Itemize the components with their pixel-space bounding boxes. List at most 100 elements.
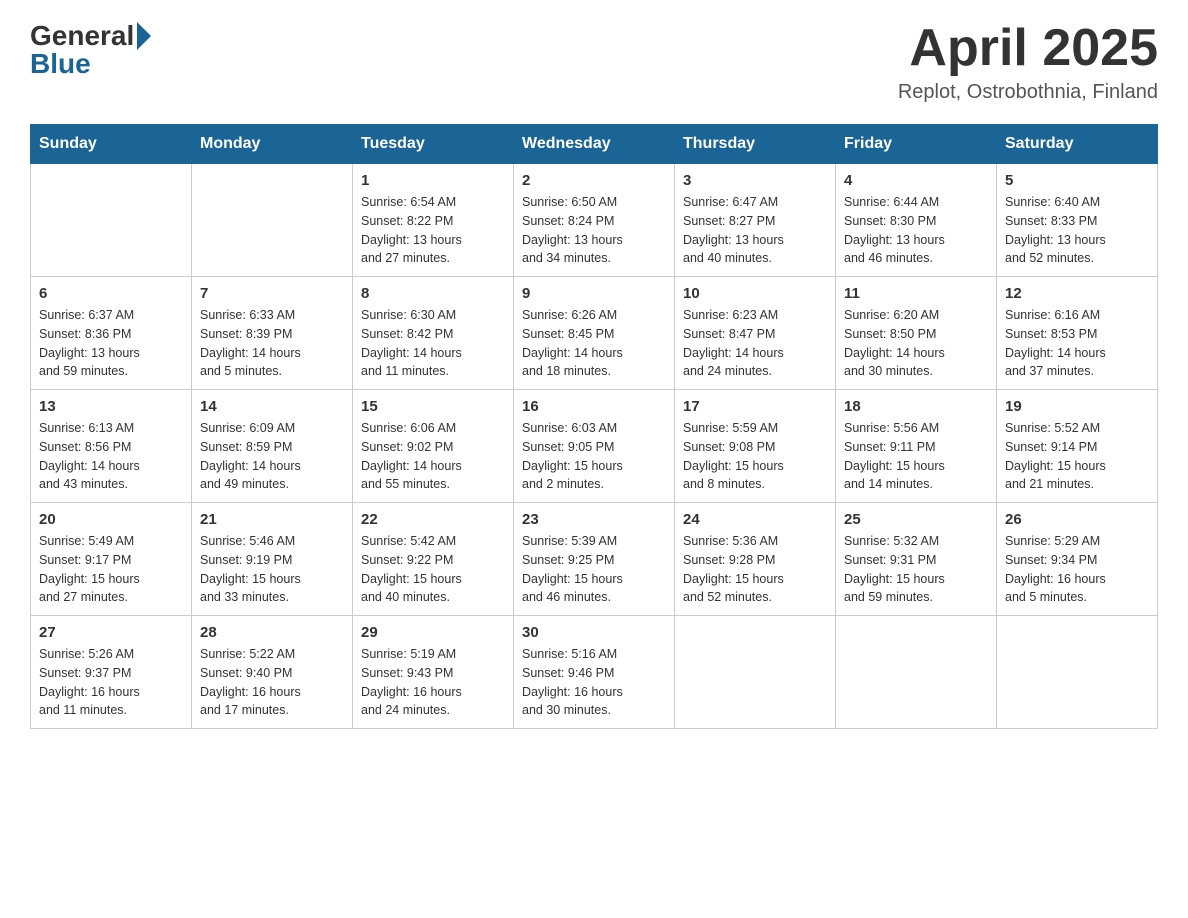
day-info: Sunrise: 6:26 AM Sunset: 8:45 PM Dayligh… — [522, 306, 666, 381]
day-info: Sunrise: 5:22 AM Sunset: 9:40 PM Dayligh… — [200, 645, 344, 720]
calendar-cell — [31, 164, 192, 277]
day-number: 5 — [1005, 172, 1149, 189]
logo-arrow-icon — [137, 22, 151, 50]
calendar-cell: 22Sunrise: 5:42 AM Sunset: 9:22 PM Dayli… — [353, 503, 514, 616]
day-info: Sunrise: 5:42 AM Sunset: 9:22 PM Dayligh… — [361, 532, 505, 607]
calendar-cell: 3Sunrise: 6:47 AM Sunset: 8:27 PM Daylig… — [675, 164, 836, 277]
day-info: Sunrise: 6:23 AM Sunset: 8:47 PM Dayligh… — [683, 306, 827, 381]
day-info: Sunrise: 5:19 AM Sunset: 9:43 PM Dayligh… — [361, 645, 505, 720]
day-number: 6 — [39, 285, 183, 302]
day-of-week-header: Wednesday — [514, 125, 675, 164]
day-number: 25 — [844, 511, 988, 528]
day-info: Sunrise: 5:16 AM Sunset: 9:46 PM Dayligh… — [522, 645, 666, 720]
day-of-week-header: Saturday — [997, 125, 1158, 164]
day-number: 14 — [200, 398, 344, 415]
calendar-cell: 4Sunrise: 6:44 AM Sunset: 8:30 PM Daylig… — [836, 164, 997, 277]
day-of-week-header: Thursday — [675, 125, 836, 164]
week-row: 27 Sunrise: 5:26 AM Sunset: 9:37 PM Dayli… — [31, 616, 1158, 729]
calendar-cell: 13Sunrise: 6:13 AM Sunset: 8:56 PM Dayli… — [31, 390, 192, 503]
calendar-cell: 18 Sunrise: 5:56 AM Sunset: 9:11 PM Dayli… — [836, 390, 997, 503]
week-row: 6 Sunrise: 6:37 AM Sunset: 8:36 PM Daylig… — [31, 277, 1158, 390]
calendar-cell: 1Sunrise: 6:54 AM Sunset: 8:22 PM Daylig… — [353, 164, 514, 277]
day-number: 7 — [200, 285, 344, 302]
day-info: Sunrise: 6:50 AM Sunset: 8:24 PM Dayligh… — [522, 193, 666, 268]
calendar-cell: 24Sunrise: 5:36 AM Sunset: 9:28 PM Dayli… — [675, 503, 836, 616]
week-row: 13Sunrise: 6:13 AM Sunset: 8:56 PM Dayli… — [31, 390, 1158, 503]
calendar-cell — [192, 164, 353, 277]
day-number: 10 — [683, 285, 827, 302]
calendar-cell: 30 Sunrise: 5:16 AM Sunset: 9:46 PM Dayli… — [514, 616, 675, 729]
day-info: Sunrise: 6:47 AM Sunset: 8:27 PM Dayligh… — [683, 193, 827, 268]
day-info: Sunrise: 6:37 AM Sunset: 8:36 PM Dayligh… — [39, 306, 183, 381]
calendar-cell: 5 Sunrise: 6:40 AM Sunset: 8:33 PM Daylig… — [997, 164, 1158, 277]
day-number: 9 — [522, 285, 666, 302]
day-number: 27 — [39, 624, 183, 641]
day-number: 30 — [522, 624, 666, 641]
calendar-cell — [997, 616, 1158, 729]
day-number: 18 — [844, 398, 988, 415]
calendar-cell — [836, 616, 997, 729]
day-of-week-header: Monday — [192, 125, 353, 164]
calendar-cell: 28 Sunrise: 5:22 AM Sunset: 9:40 PM Dayli… — [192, 616, 353, 729]
calendar-cell: 27 Sunrise: 5:26 AM Sunset: 9:37 PM Dayli… — [31, 616, 192, 729]
day-number: 13 — [39, 398, 183, 415]
days-of-week-row: SundayMondayTuesdayWednesdayThursdayFrid… — [31, 125, 1158, 164]
calendar-cell: 9 Sunrise: 6:26 AM Sunset: 8:45 PM Daylig… — [514, 277, 675, 390]
day-number: 12 — [1005, 285, 1149, 302]
day-number: 23 — [522, 511, 666, 528]
day-number: 29 — [361, 624, 505, 641]
day-info: Sunrise: 6:09 AM Sunset: 8:59 PM Dayligh… — [200, 419, 344, 494]
day-info: Sunrise: 6:30 AM Sunset: 8:42 PM Dayligh… — [361, 306, 505, 381]
day-number: 8 — [361, 285, 505, 302]
day-of-week-header: Sunday — [31, 125, 192, 164]
day-number: 28 — [200, 624, 344, 641]
day-number: 19 — [1005, 398, 1149, 415]
day-info: Sunrise: 6:20 AM Sunset: 8:50 PM Dayligh… — [844, 306, 988, 381]
calendar-cell: 6 Sunrise: 6:37 AM Sunset: 8:36 PM Daylig… — [31, 277, 192, 390]
calendar-cell: 16 Sunrise: 6:03 AM Sunset: 9:05 PM Dayli… — [514, 390, 675, 503]
calendar-cell: 10 Sunrise: 6:23 AM Sunset: 8:47 PM Dayli… — [675, 277, 836, 390]
day-info: Sunrise: 5:46 AM Sunset: 9:19 PM Dayligh… — [200, 532, 344, 607]
day-info: Sunrise: 5:56 AM Sunset: 9:11 PM Dayligh… — [844, 419, 988, 494]
day-info: Sunrise: 6:54 AM Sunset: 8:22 PM Dayligh… — [361, 193, 505, 268]
day-info: Sunrise: 5:52 AM Sunset: 9:14 PM Dayligh… — [1005, 419, 1149, 494]
day-info: Sunrise: 6:03 AM Sunset: 9:05 PM Dayligh… — [522, 419, 666, 494]
logo: General Blue — [30, 20, 151, 80]
day-info: Sunrise: 5:29 AM Sunset: 9:34 PM Dayligh… — [1005, 532, 1149, 607]
calendar-cell: 23 Sunrise: 5:39 AM Sunset: 9:25 PM Dayli… — [514, 503, 675, 616]
day-number: 26 — [1005, 511, 1149, 528]
day-number: 16 — [522, 398, 666, 415]
calendar-cell: 25 Sunrise: 5:32 AM Sunset: 9:31 PM Dayli… — [836, 503, 997, 616]
calendar-cell: 20 Sunrise: 5:49 AM Sunset: 9:17 PM Dayli… — [31, 503, 192, 616]
calendar-cell: 21 Sunrise: 5:46 AM Sunset: 9:19 PM Dayli… — [192, 503, 353, 616]
month-title: April 2025 — [898, 20, 1158, 77]
day-info: Sunrise: 6:44 AM Sunset: 8:30 PM Dayligh… — [844, 193, 988, 268]
day-info: Sunrise: 6:40 AM Sunset: 8:33 PM Dayligh… — [1005, 193, 1149, 268]
day-info: Sunrise: 5:32 AM Sunset: 9:31 PM Dayligh… — [844, 532, 988, 607]
calendar-cell: 26 Sunrise: 5:29 AM Sunset: 9:34 PM Dayli… — [997, 503, 1158, 616]
calendar-cell: 17Sunrise: 5:59 AM Sunset: 9:08 PM Dayli… — [675, 390, 836, 503]
calendar-cell: 8 Sunrise: 6:30 AM Sunset: 8:42 PM Daylig… — [353, 277, 514, 390]
page-header: General Blue April 2025 Replot, Ostrobot… — [30, 20, 1158, 104]
calendar-cell: 29 Sunrise: 5:19 AM Sunset: 9:43 PM Dayli… — [353, 616, 514, 729]
day-info: Sunrise: 6:16 AM Sunset: 8:53 PM Dayligh… — [1005, 306, 1149, 381]
day-info: Sunrise: 5:26 AM Sunset: 9:37 PM Dayligh… — [39, 645, 183, 720]
calendar-cell — [675, 616, 836, 729]
day-of-week-header: Friday — [836, 125, 997, 164]
day-info: Sunrise: 5:39 AM Sunset: 9:25 PM Dayligh… — [522, 532, 666, 607]
day-number: 11 — [844, 285, 988, 302]
calendar-body: 1Sunrise: 6:54 AM Sunset: 8:22 PM Daylig… — [31, 164, 1158, 729]
calendar-header: SundayMondayTuesdayWednesdayThursdayFrid… — [31, 125, 1158, 164]
calendar-table: SundayMondayTuesdayWednesdayThursdayFrid… — [30, 124, 1158, 729]
day-number: 21 — [200, 511, 344, 528]
day-of-week-header: Tuesday — [353, 125, 514, 164]
day-info: Sunrise: 6:33 AM Sunset: 8:39 PM Dayligh… — [200, 306, 344, 381]
day-info: Sunrise: 5:49 AM Sunset: 9:17 PM Dayligh… — [39, 532, 183, 607]
calendar-cell: 15Sunrise: 6:06 AM Sunset: 9:02 PM Dayli… — [353, 390, 514, 503]
calendar-cell: 11 Sunrise: 6:20 AM Sunset: 8:50 PM Dayli… — [836, 277, 997, 390]
week-row: 20 Sunrise: 5:49 AM Sunset: 9:17 PM Dayli… — [31, 503, 1158, 616]
logo-blue-text: Blue — [30, 48, 91, 80]
day-number: 20 — [39, 511, 183, 528]
calendar-cell: 14 Sunrise: 6:09 AM Sunset: 8:59 PM Dayli… — [192, 390, 353, 503]
day-info: Sunrise: 5:59 AM Sunset: 9:08 PM Dayligh… — [683, 419, 827, 494]
